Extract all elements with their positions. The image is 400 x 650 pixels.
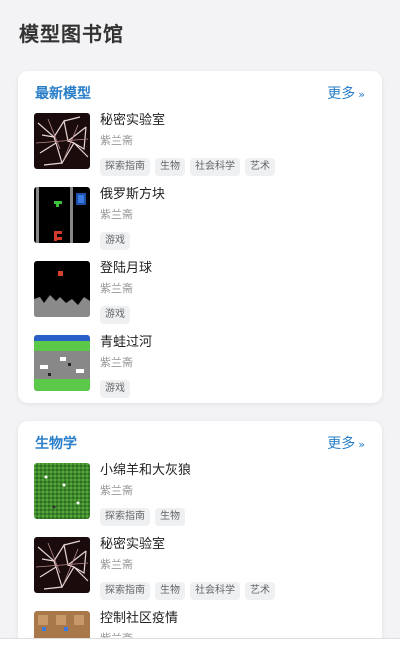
- more-label: 更多: [327, 86, 356, 102]
- moon-landing-icon: [34, 261, 90, 317]
- chevron-right-icon: »: [358, 438, 365, 451]
- model-author: 紫兰斋: [100, 356, 133, 369]
- web-network-icon: [34, 113, 90, 169]
- model-item[interactable]: 小绵羊和大灰狼 紫兰斋 探索指南 生物: [34, 463, 372, 526]
- tag[interactable]: 游戏: [100, 306, 130, 324]
- model-author: 紫兰斋: [100, 282, 133, 295]
- tag[interactable]: 生物: [155, 508, 185, 526]
- section-latest-models: 最新模型 更多» 秘密实验室 紫兰斋 探索指南生物社会科学艺术 俄罗斯方块: [18, 71, 382, 403]
- model-item[interactable]: 青蛙过河 紫兰斋 游戏: [34, 335, 372, 398]
- bottom-nav-bar: [0, 638, 400, 650]
- more-label: 更多: [327, 436, 356, 452]
- chevron-right-icon: »: [358, 88, 365, 101]
- tetris-icon: [34, 187, 90, 243]
- model-author: 紫兰斋: [100, 484, 133, 497]
- page-title: 模型图书馆: [19, 22, 124, 46]
- model-author: 紫兰斋: [100, 558, 133, 571]
- tag[interactable]: 探索指南: [100, 158, 150, 176]
- tag[interactable]: 艺术: [245, 582, 275, 600]
- model-name: 登陆月球: [100, 261, 153, 276]
- grass-field-icon: [34, 463, 90, 519]
- section-title: 生物学: [35, 436, 77, 452]
- tag[interactable]: 社会科学: [190, 582, 240, 600]
- tag[interactable]: 探索指南: [100, 582, 150, 600]
- model-item[interactable]: 登陆月球 紫兰斋 游戏: [34, 261, 372, 324]
- web-network-icon: [34, 537, 90, 593]
- model-name: 秘密实验室: [100, 113, 166, 128]
- model-name: 小绵羊和大灰狼: [100, 463, 192, 478]
- model-name: 俄罗斯方块: [100, 187, 166, 202]
- model-item[interactable]: 秘密实验室 紫兰斋 探索指南 生物 社会科学 艺术: [34, 113, 372, 176]
- section-biology: 生物学 更多» 小绵羊和大灰狼 紫兰斋 探索指南 生物 秘密实验室 紫兰斋 探索指…: [18, 421, 382, 650]
- tag[interactable]: 生物: [155, 582, 185, 600]
- model-item[interactable]: 俄罗斯方块 紫兰斋 游戏: [34, 187, 372, 250]
- tag[interactable]: 游戏: [100, 232, 130, 250]
- tag[interactable]: 探索指南: [100, 508, 150, 526]
- model-name: 青蛙过河: [100, 335, 153, 350]
- section-title: 最新模型: [35, 86, 91, 102]
- model-name: 控制社区疫情: [100, 611, 179, 626]
- tag[interactable]: 生物: [155, 158, 185, 176]
- more-link[interactable]: 更多»: [327, 83, 365, 103]
- tag[interactable]: 游戏: [100, 380, 130, 398]
- tag[interactable]: 艺术: [245, 158, 275, 176]
- model-item[interactable]: 秘密实验室 紫兰斋 探索指南 生物 社会科学 艺术: [34, 537, 372, 600]
- model-author: 紫兰斋: [100, 208, 133, 221]
- model-author: 紫兰斋: [100, 134, 133, 147]
- model-name: 秘密实验室: [100, 537, 166, 552]
- tag[interactable]: 社会科学: [190, 158, 240, 176]
- frogger-icon: [34, 335, 90, 391]
- more-link[interactable]: 更多»: [327, 433, 365, 453]
